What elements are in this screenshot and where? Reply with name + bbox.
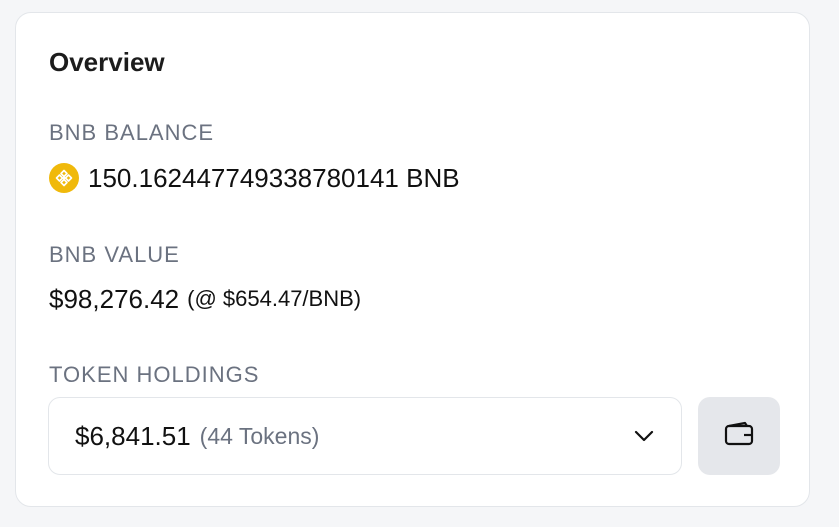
overview-card: Overview BNB BALANCE 150.162447749338780… (15, 12, 810, 507)
bnb-coin-icon (49, 163, 79, 193)
token-holdings-dropdown[interactable]: $6,841.51 (44 Tokens) (48, 397, 682, 475)
bnb-value-row: $98,276.42 (@ $654.47/BNB) (49, 283, 361, 315)
wallet-icon (723, 420, 755, 453)
bnb-value-amount: $98,276.42 (49, 284, 180, 314)
token-holdings-count: (44 Tokens) (199, 422, 320, 449)
bnb-balance-label: BNB BALANCE (49, 120, 215, 145)
bnb-value-label: BNB VALUE (49, 242, 180, 267)
chevron-down-icon (633, 429, 655, 443)
bnb-balance-amount: 150.162447749338780141 BNB (88, 163, 460, 193)
wallet-button[interactable] (698, 397, 780, 475)
overview-title: Overview (49, 47, 165, 77)
bnb-balance-row: 150.162447749338780141 BNB (49, 162, 460, 194)
bnb-price-note: (@ $654.47/BNB) (187, 286, 362, 311)
token-holdings-label: TOKEN HOLDINGS (49, 362, 260, 387)
token-holdings-amount: $6,841.51 (75, 420, 191, 451)
